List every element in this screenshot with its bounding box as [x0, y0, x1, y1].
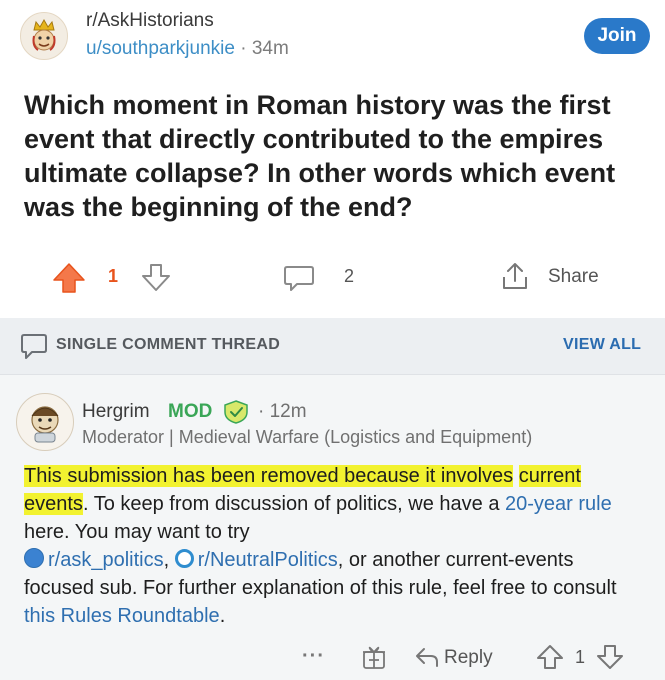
reply-icon[interactable]	[414, 645, 440, 674]
comment-count: 2	[344, 266, 355, 286]
comment-text: ,	[163, 549, 175, 571]
join-button[interactable]: Join	[584, 18, 650, 54]
meta-separator: ·	[240, 38, 247, 59]
comment-icon[interactable]	[283, 264, 315, 297]
ask-politics-icon	[24, 548, 44, 568]
subreddit-avatar-icon[interactable]	[20, 12, 68, 60]
more-icon[interactable]: ···	[302, 645, 325, 668]
downvote-icon[interactable]	[141, 262, 171, 297]
chat-bubble-icon	[20, 332, 48, 365]
user-flair: Moderator | Medieval Warfare (Logistics …	[82, 427, 533, 447]
view-all-link[interactable]: VIEW ALL	[563, 336, 641, 354]
award-icon[interactable]	[360, 643, 388, 676]
upvote-icon[interactable]	[536, 643, 564, 676]
reply-button[interactable]: Reply	[444, 647, 493, 669]
post-author[interactable]: u/southparkjunkie	[86, 38, 235, 59]
share-button[interactable]: Share	[548, 266, 599, 288]
comment: Hergrim MOD · 12m Moderator | Medieval W…	[0, 375, 665, 680]
mod-tag: MOD	[168, 401, 213, 422]
post: r/AskHistorians u/southparkjunkie · 34m …	[0, 0, 665, 318]
post-meta: u/southparkjunkie · 34m	[86, 38, 289, 60]
comment-author[interactable]: Hergrim	[82, 401, 150, 423]
post-age: 34m	[251, 38, 289, 59]
comment-score: 1	[575, 647, 586, 667]
neutral-politics-icon	[174, 549, 194, 568]
comment-text: here. You may want to try	[24, 521, 250, 543]
thread-bar: SINGLE COMMENT THREAD VIEW ALL	[0, 318, 665, 375]
thread-label: SINGLE COMMENT THREAD	[56, 336, 281, 353]
comment-body: This submission has been removed because…	[24, 462, 642, 630]
mod-shield-icon	[222, 399, 250, 430]
meta-separator: ·	[258, 401, 265, 422]
comment-text: . To keep from discussion of politics, w…	[82, 493, 505, 515]
subreddit-name[interactable]: r/AskHistorians	[86, 10, 214, 32]
share-icon[interactable]	[499, 260, 531, 297]
upvote-icon[interactable]	[52, 262, 86, 299]
rule-link[interactable]: 20-year rule	[505, 493, 612, 515]
post-score: 1	[108, 266, 119, 286]
downvote-icon[interactable]	[596, 643, 624, 676]
user-avatar-icon[interactable]	[16, 393, 74, 451]
comment-actions: ··· Reply 1	[0, 643, 665, 673]
roundtable-link[interactable]: this Rules Roundtable	[24, 605, 220, 627]
post-title: Which moment in Roman history was the fi…	[24, 90, 616, 222]
comment-text: .	[219, 605, 226, 627]
neutral-politics-link[interactable]: r/NeutralPolitics	[198, 549, 338, 571]
ask-politics-link[interactable]: r/ask_politics	[48, 549, 164, 571]
highlighted-text: This submission has been removed because…	[24, 465, 514, 487]
post-actions: 1 2 Share	[0, 258, 665, 298]
comment-meta: · 12m	[258, 401, 307, 423]
comment-age: 12m	[269, 401, 307, 422]
